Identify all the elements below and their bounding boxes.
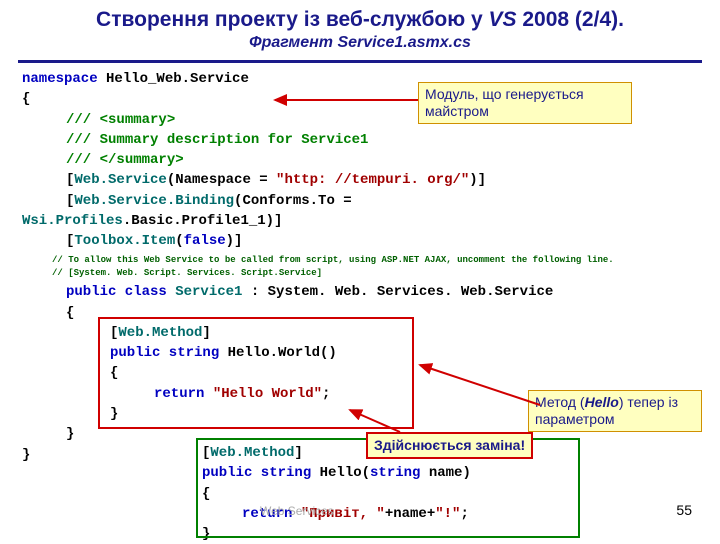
callout-replace: Здійснюється заміна! xyxy=(366,432,533,459)
callout-method: Метод (Hello) тепер ізпараметром xyxy=(528,390,702,432)
red-box-original xyxy=(98,317,414,429)
slide-subtitle: Фрагмент Service1.asmx.cs xyxy=(0,34,720,60)
page-number: 55 xyxy=(676,502,692,518)
callout-module: Модуль, що генеруєтьсямайстром xyxy=(418,82,632,124)
footer-text: Web Services xyxy=(260,504,334,518)
slide-title: Створення проекту із веб-службою у VS 20… xyxy=(0,0,720,34)
divider xyxy=(18,60,702,63)
